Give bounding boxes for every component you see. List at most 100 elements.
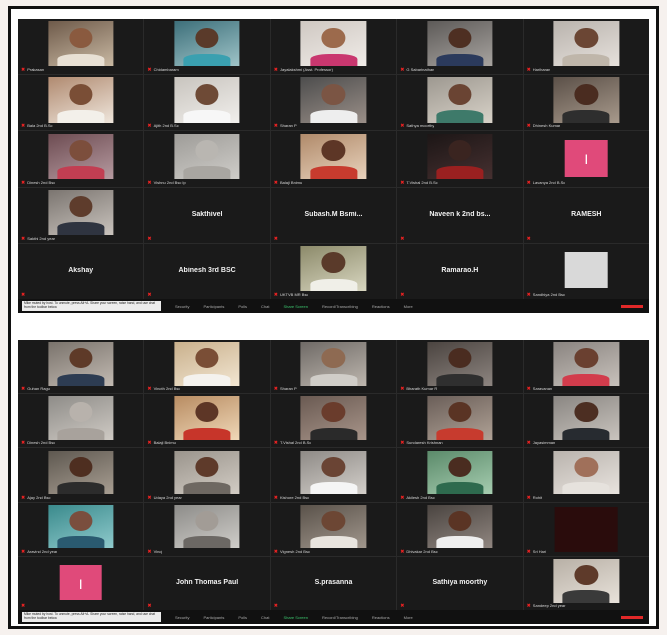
participant-tile[interactable]: ✖ Dinesh 2nd Bsc bbox=[18, 131, 144, 187]
person-head bbox=[321, 27, 346, 49]
participant-tile[interactable]: Naveen k 2nd bs... ✖ bbox=[397, 187, 523, 243]
participant-tile[interactable]: ✖ Sri Hari bbox=[523, 502, 649, 556]
participant-tile[interactable]: ✖ Udaya 2nd year bbox=[144, 448, 270, 502]
participant-tile[interactable]: ✖ Dhinesh Kumar bbox=[523, 75, 649, 131]
toolbar-more-button[interactable]: More bbox=[404, 304, 413, 309]
participant-tile[interactable]: ✖ Akilesh 2nd Bsc bbox=[397, 448, 523, 502]
participant-tile[interactable]: ✖ Kishore 2nd Bsc bbox=[270, 448, 397, 502]
mic-muted-icon: ✖ bbox=[526, 67, 531, 74]
participant-tile[interactable]: ✖ Saravanan bbox=[523, 340, 649, 394]
participant-tile[interactable]: ✖ Guhan Ragu bbox=[18, 340, 144, 394]
participant-tile[interactable]: ✖ Bharath Kumar R bbox=[397, 340, 523, 394]
toolbar-polls-button[interactable]: Polls bbox=[238, 304, 247, 309]
participant-tile[interactable]: ✖ Ajay 2nd Bsc bbox=[18, 448, 144, 502]
participant-name-label: ✖ Sharan P bbox=[274, 123, 297, 129]
mute-notice: Mike muted by host. To unmute, press Alt… bbox=[22, 612, 161, 622]
mic-muted-icon: ✖ bbox=[273, 386, 278, 393]
toolbar-participants-button[interactable]: Participants bbox=[203, 615, 224, 620]
participant-tile[interactable]: ✖ Balaji Bnimu bbox=[270, 131, 397, 187]
toolbar-record-transcribing-button[interactable]: Record/Transcribing bbox=[322, 615, 358, 620]
participant-tile[interactable]: ✖ Vignesh 2nd Bsc bbox=[270, 502, 397, 556]
participant-tile[interactable]: RAMESH ✖ bbox=[523, 187, 649, 243]
participant-name-text: Guhan Ragu bbox=[27, 386, 50, 392]
participant-name-label: ✖ Sathya moorthy bbox=[400, 123, 434, 129]
participant-tile[interactable]: ✖ Vinoj bbox=[144, 502, 270, 556]
toolbar-share-screen-button[interactable]: Share Screen bbox=[283, 615, 307, 620]
participant-tile[interactable]: S.prasanna ✖ bbox=[270, 556, 397, 610]
participant-tile[interactable]: Akshay ✖ bbox=[18, 243, 144, 299]
participant-tile[interactable]: ✖ G Sabarinathan bbox=[397, 19, 523, 75]
participant-tile[interactable]: Sathiya moorthy ✖ bbox=[397, 556, 523, 610]
end-meeting-button[interactable] bbox=[621, 304, 643, 308]
toolbar-reactions-button[interactable]: Reactions bbox=[372, 615, 390, 620]
toolbar-chat-button[interactable]: Chat bbox=[261, 304, 269, 309]
mic-muted-icon: ✖ bbox=[147, 123, 152, 130]
zoom-gallery-top: ✖ Prakasan ✖ Chidambaram ✖ Jayalakshmi (Asst.… bbox=[18, 19, 649, 313]
mic-muted-icon: ✖ bbox=[21, 235, 26, 242]
participant-tile[interactable]: ✖ Sakthi 2nd year bbox=[18, 187, 144, 243]
participant-video bbox=[427, 396, 493, 440]
participant-tile[interactable]: ✖ Bala 2nd B.Sc bbox=[18, 75, 144, 131]
zoom-gallery-bottom: ✖ Guhan Ragu ✖ Vinoth 2nd Bsc ✖ Sharan P ✖ Bhar… bbox=[18, 340, 649, 624]
participant-tile[interactable]: ✖ T.Vishal 2nd B.Sc bbox=[397, 131, 523, 187]
toolbar-more-button[interactable]: More bbox=[404, 615, 413, 620]
participant-tile[interactable]: ✖ Jayasimman bbox=[523, 394, 649, 448]
participant-video bbox=[300, 77, 367, 123]
participant-tile[interactable]: ✖ Sharan P bbox=[270, 75, 397, 131]
participant-tile[interactable]: ✖ Jayalakshmi (Asst. Professor) bbox=[270, 19, 397, 75]
toolbar-security-button[interactable]: Security bbox=[175, 615, 189, 620]
participant-tile[interactable]: ✖ Sundaresh Krishnan bbox=[397, 394, 523, 448]
participant-video bbox=[427, 77, 493, 123]
participant-tile[interactable]: ✖ Dhivakar 2nd Bsc bbox=[397, 502, 523, 556]
participant-name-text: Dhinesh Kumar bbox=[532, 123, 561, 129]
participant-tile[interactable]: Subash.M Bsmi... ✖ bbox=[270, 187, 397, 243]
participant-video bbox=[174, 450, 240, 495]
participant-tile[interactable]: ✖ Rohit bbox=[523, 448, 649, 502]
participant-tile[interactable]: ✖ Ajith 2nd B.Sc bbox=[144, 75, 270, 131]
person-body bbox=[183, 536, 231, 549]
toolbar-chat-button[interactable]: Chat bbox=[261, 615, 269, 620]
participant-tile[interactable]: ✖ Vishnu 2nd Bsc Ip bbox=[144, 131, 270, 187]
person-body bbox=[183, 373, 231, 386]
toolbar-share-screen-button[interactable]: Share Screen bbox=[283, 304, 307, 309]
participant-name-text: Udaya 2nd year bbox=[153, 494, 182, 500]
participant-tile[interactable]: John Thomas Paul ✖ bbox=[144, 556, 270, 610]
person-body bbox=[310, 536, 357, 549]
participant-name-text: Hariharan bbox=[532, 67, 551, 73]
participant-tile[interactable]: Sakthivel ✖ bbox=[144, 187, 270, 243]
participant-tile[interactable]: ✖ Vinoth 2nd Bsc bbox=[144, 340, 270, 394]
participant-video bbox=[48, 21, 114, 67]
participant-tile[interactable]: ✖ Sharan P bbox=[270, 340, 397, 394]
participant-video bbox=[427, 21, 493, 67]
toolbar-polls-button[interactable]: Polls bbox=[238, 615, 247, 620]
mic-muted-icon: ✖ bbox=[400, 235, 405, 242]
participant-tile[interactable]: ✖ Chidambaram bbox=[144, 19, 270, 75]
participant-tile[interactable]: ✖ Aravind 2nd year bbox=[18, 502, 144, 556]
participant-tile[interactable]: ✖ Sandhiya 2nd Bsc bbox=[523, 243, 649, 299]
mic-muted-icon: ✖ bbox=[273, 548, 278, 555]
toolbar-security-button[interactable]: Security bbox=[175, 304, 189, 309]
participant-video bbox=[427, 450, 493, 495]
participant-tile[interactable]: Abinesh 3rd BSC ✖ bbox=[144, 243, 270, 299]
person-head bbox=[574, 83, 599, 105]
end-meeting-button[interactable] bbox=[621, 615, 643, 619]
toolbar-participants-button[interactable]: Participants bbox=[203, 304, 224, 309]
participant-name-label: ✖ Sandeep 2nd year bbox=[527, 603, 566, 609]
participant-tile[interactable]: I ✖ Lavanya 2nd B.Sc bbox=[523, 131, 649, 187]
toolbar-record-transcribing-button[interactable]: Record/Transcribing bbox=[322, 304, 358, 309]
participant-tile[interactable]: ✖ Dinesh 2nd Bsc bbox=[18, 394, 144, 448]
participant-tile[interactable]: ✖ T.Vishal 2nd B.Sc bbox=[270, 394, 397, 448]
participant-tile[interactable]: ✖ UKTVB MR Bsc bbox=[270, 243, 397, 299]
participant-tile[interactable]: ✖ Sathya moorthy bbox=[397, 75, 523, 131]
participant-tile[interactable]: ✖ Balaji Bnimu bbox=[144, 394, 270, 448]
participant-name-label: ✖ Ajay 2nd Bsc bbox=[21, 495, 51, 501]
participant-tile[interactable]: ✖ Prakasan bbox=[18, 19, 144, 75]
person-head bbox=[68, 510, 93, 531]
toolbar-reactions-button[interactable]: Reactions bbox=[372, 304, 390, 309]
participant-tile[interactable]: I ✖ bbox=[18, 556, 144, 610]
participant-tile[interactable]: ✖ Hariharan bbox=[523, 19, 649, 75]
participant-tile[interactable]: ✖ Sandeep 2nd year bbox=[523, 556, 649, 610]
participant-name-label: ✖ Bharath Kumar R bbox=[400, 386, 437, 392]
person-body bbox=[310, 53, 357, 67]
participant-tile[interactable]: Ramarao.H ✖ bbox=[397, 243, 523, 299]
